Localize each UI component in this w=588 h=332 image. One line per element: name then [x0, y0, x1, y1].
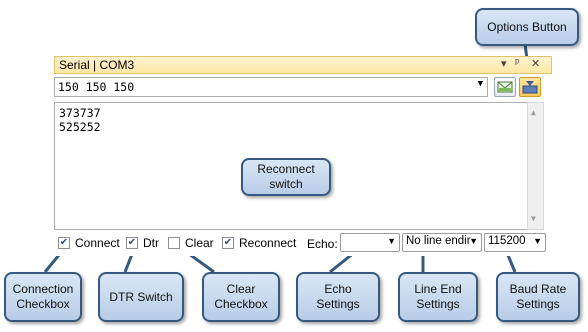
- connect-label: Connect: [75, 236, 120, 250]
- checkbox-checked-icon[interactable]: ✔: [126, 237, 138, 249]
- callout-baud-rate-settings: Baud Rate Settings: [496, 272, 580, 322]
- bottom-toolbar: ✔ Connect ✔ Dtr Clear ✔ Reconnect Echo: …: [54, 232, 552, 254]
- dropdown-menu-icon[interactable]: ▾: [501, 57, 507, 70]
- reconnect-label: Reconnect: [239, 236, 297, 250]
- line-end-value: No line endir: [406, 235, 471, 247]
- clear-label: Clear: [185, 236, 214, 250]
- send-history-dropdown-icon[interactable]: ▼: [478, 79, 483, 89]
- serial-panel: Serial | COM3 ▾ ᵖ ✕ 150 150 150 ▼ 373737…: [54, 56, 552, 256]
- callout-echo-settings: Echo Settings: [296, 272, 380, 322]
- panel-titlebar: Serial | COM3 ▾ ᵖ ✕: [54, 56, 552, 74]
- panel-title: Serial | COM3: [59, 58, 135, 72]
- clear-checkbox[interactable]: Clear: [168, 236, 214, 250]
- send-input-value: 150 150 150: [58, 80, 135, 94]
- callout-connection-checkbox: Connection Checkbox: [4, 272, 82, 322]
- echo-label: Echo:: [307, 237, 338, 251]
- vertical-scrollbar[interactable]: ▲ ▼: [527, 102, 544, 230]
- checkbox-checked-icon[interactable]: ✔: [222, 237, 234, 249]
- output-line: 373737: [59, 106, 101, 120]
- output-line: 525252: [59, 120, 101, 134]
- chevron-down-icon: ▼: [533, 236, 542, 246]
- callout-clear-checkbox: Clear Checkbox: [202, 272, 280, 322]
- callout-dtr-switch: DTR Switch: [98, 272, 184, 322]
- close-icon[interactable]: ✕: [531, 57, 540, 70]
- checkbox-checked-icon[interactable]: ✔: [58, 237, 70, 249]
- line-end-select[interactable]: No line endir ▼: [402, 233, 482, 252]
- dtr-checkbox[interactable]: ✔ Dtr: [126, 236, 159, 250]
- baud-rate-select[interactable]: 115200 ▼: [484, 233, 546, 252]
- echo-select[interactable]: ▼: [340, 233, 400, 252]
- callout-line-end-settings: Line End Settings: [398, 272, 478, 322]
- checkbox-unchecked-icon[interactable]: [168, 237, 180, 249]
- scroll-up-icon[interactable]: ▲: [531, 106, 536, 120]
- dtr-label: Dtr: [143, 236, 159, 250]
- callout-options-button: Options Button: [475, 8, 579, 46]
- baud-rate-value: 115200: [488, 235, 526, 247]
- scroll-down-icon[interactable]: ▼: [531, 212, 536, 226]
- reconnect-checkbox[interactable]: ✔ Reconnect: [222, 236, 296, 250]
- send-envelope-icon: [497, 81, 513, 93]
- callout-reconnect-switch: Reconnect switch: [241, 158, 331, 196]
- options-icon: [522, 81, 538, 94]
- send-button[interactable]: [494, 77, 516, 97]
- options-button[interactable]: [519, 77, 541, 97]
- chevron-down-icon: ▼: [387, 236, 396, 246]
- connect-checkbox[interactable]: ✔ Connect: [58, 236, 120, 250]
- chevron-down-icon: ▼: [469, 236, 478, 246]
- send-row: 150 150 150 ▼: [54, 76, 552, 98]
- pin-icon[interactable]: ᵖ: [515, 57, 519, 69]
- send-input[interactable]: 150 150 150 ▼: [54, 77, 488, 97]
